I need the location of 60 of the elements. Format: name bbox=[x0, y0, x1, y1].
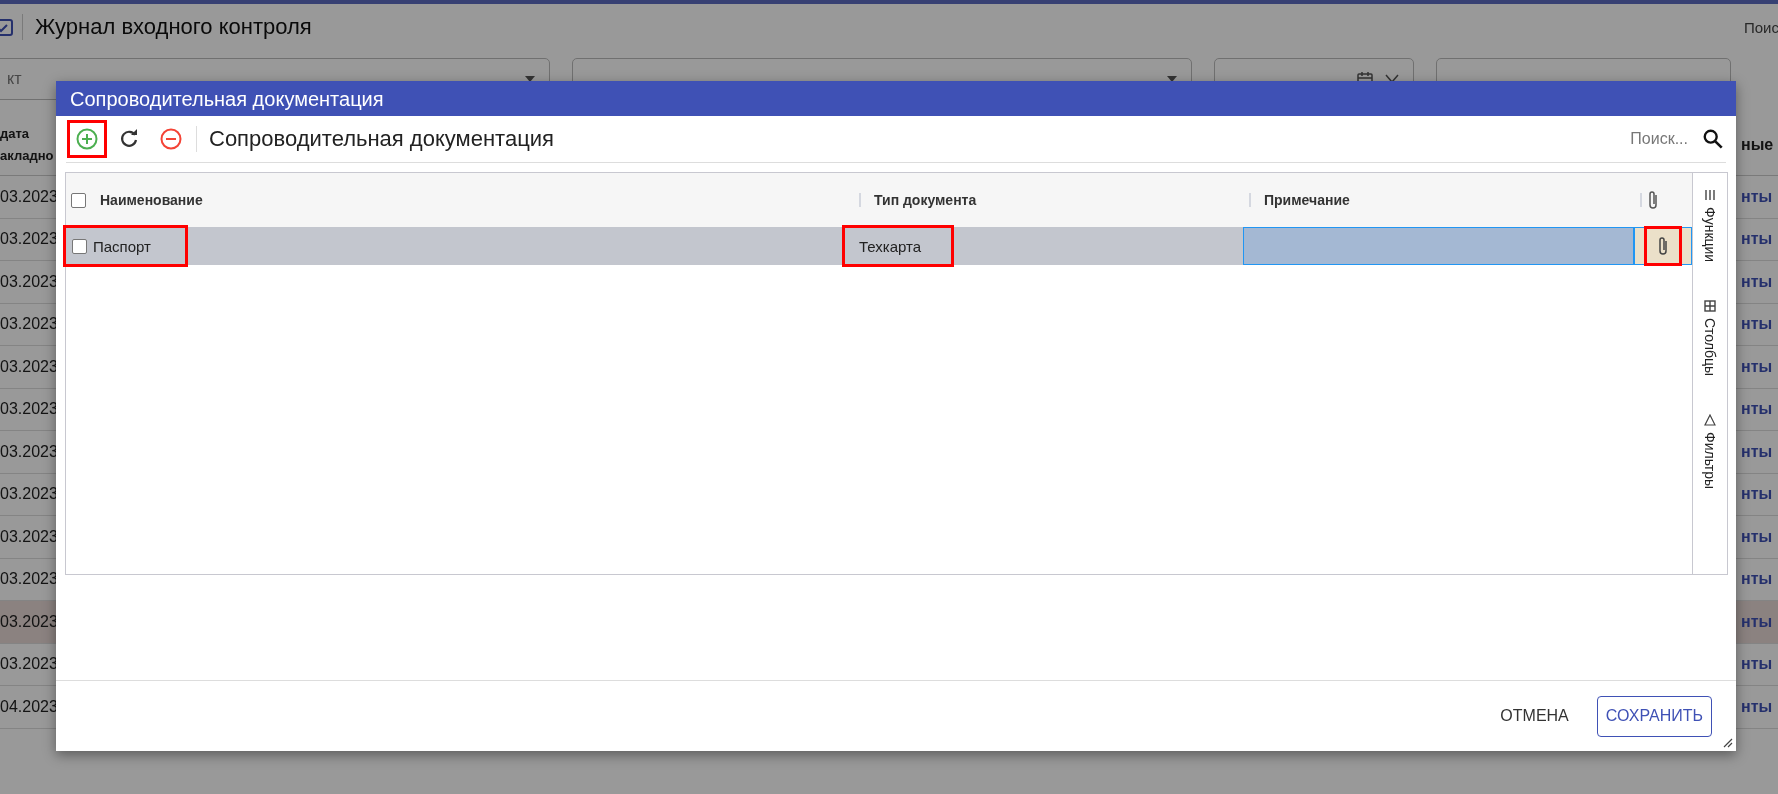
table-cell-text: 03.2023 bbox=[0, 271, 59, 292]
paperclip-icon bbox=[1657, 235, 1669, 257]
page-title: Журнал входного контроля bbox=[35, 14, 312, 40]
table-cell-text: 03.2023 bbox=[0, 229, 59, 250]
table-cell-text: 03.2023 bbox=[0, 654, 59, 675]
table-cell-text: 03.2023 bbox=[0, 356, 59, 377]
table-link[interactable]: нты bbox=[1741, 272, 1778, 291]
table-link[interactable]: нты bbox=[1741, 230, 1778, 249]
table-cell-text: 03.2023 bbox=[0, 441, 59, 462]
resize-grip-icon[interactable] bbox=[1723, 738, 1733, 748]
search-icon[interactable] bbox=[1702, 128, 1724, 150]
table-link[interactable]: нты bbox=[1741, 187, 1778, 206]
table-link[interactable]: нты bbox=[1741, 612, 1778, 631]
filter-icon bbox=[1704, 414, 1716, 427]
column-header: дата акладно bbox=[0, 124, 54, 165]
search-field[interactable]: Поиск... bbox=[1630, 130, 1688, 148]
table-cell: Паспорт bbox=[93, 237, 151, 255]
cancel-button[interactable]: ОТМЕНА bbox=[1492, 697, 1577, 735]
table-cell: Техкарта bbox=[859, 237, 922, 255]
minus-circle-icon bbox=[159, 127, 183, 151]
column-header: Примечание bbox=[1264, 192, 1350, 208]
note-cell[interactable] bbox=[1243, 227, 1634, 265]
table-cell-text: 03.2023 bbox=[0, 314, 59, 335]
table-link[interactable]: нты bbox=[1741, 400, 1778, 419]
column-header: ные bbox=[1741, 135, 1775, 154]
side-panel-tab[interactable]: Столбцы bbox=[1702, 300, 1718, 377]
search-label[interactable]: Поис bbox=[1744, 18, 1778, 36]
toolbar-title: Сопроводительная документация bbox=[209, 126, 554, 152]
checkbox[interactable] bbox=[71, 192, 86, 208]
table-cell-text: 03.2023 bbox=[0, 569, 59, 590]
table-link[interactable]: нты bbox=[1741, 570, 1778, 589]
table-link[interactable]: нты bbox=[1741, 697, 1778, 716]
save-button[interactable]: СОХРАНИТЬ bbox=[1596, 695, 1712, 737]
table-cell-text: 04.2023 bbox=[0, 696, 59, 717]
side-panel-tab[interactable]: Функции bbox=[1702, 189, 1718, 263]
checkbox[interactable] bbox=[72, 238, 87, 254]
table-row[interactable]: Паспорт Техкарта bbox=[66, 227, 1692, 265]
dialog-title: Сопроводительная документация bbox=[56, 81, 1736, 116]
attachment-button[interactable] bbox=[1647, 229, 1679, 263]
paperclip-icon bbox=[1647, 189, 1659, 211]
columns-icon bbox=[1704, 300, 1716, 313]
table-link[interactable]: нты bbox=[1741, 357, 1778, 376]
table-cell-text: 03.2023 bbox=[0, 399, 59, 420]
column-header: Тип документа bbox=[874, 192, 977, 208]
add-button[interactable] bbox=[70, 123, 104, 155]
table-link[interactable]: нты bbox=[1741, 485, 1778, 504]
calendar-icon bbox=[0, 18, 14, 36]
table-link[interactable]: нты bbox=[1741, 315, 1778, 334]
plus-circle-icon bbox=[75, 127, 99, 151]
table-cell-text: 03.2023 bbox=[0, 186, 59, 207]
table-cell-text: 03.2023 bbox=[0, 484, 59, 505]
table-link[interactable]: нты bbox=[1741, 442, 1778, 461]
menu-icon bbox=[1704, 189, 1716, 201]
table-cell-text: 03.2023 bbox=[0, 526, 59, 547]
column-header: Наименование bbox=[100, 192, 203, 208]
table-link[interactable]: нты bbox=[1741, 527, 1778, 546]
table-link[interactable]: нты bbox=[1741, 655, 1778, 674]
clear-icon bbox=[1385, 74, 1399, 84]
side-panel-tab[interactable]: Фильтры bbox=[1702, 414, 1718, 490]
table-cell-text: 03.2023 bbox=[0, 611, 59, 632]
